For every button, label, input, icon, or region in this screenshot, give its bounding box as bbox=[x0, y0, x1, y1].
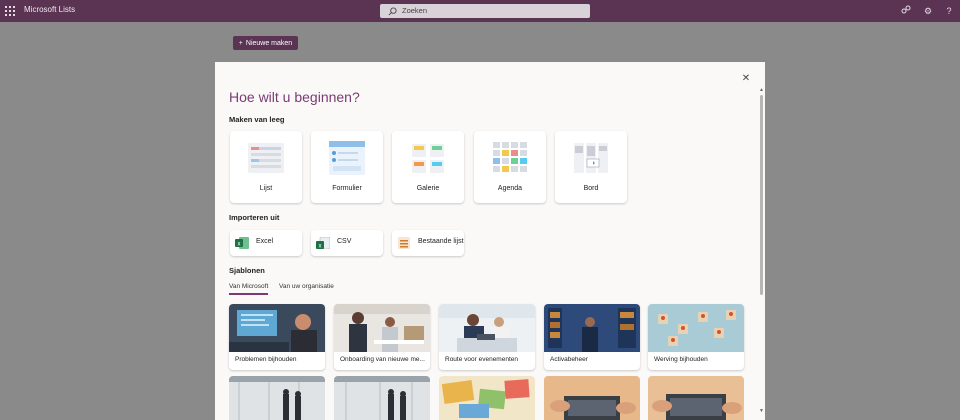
import-existing-list-label: Bestaande lijst bbox=[418, 238, 464, 245]
template-card-onboarding[interactable]: Onboarding van nieuwe me... bbox=[334, 304, 430, 370]
calendar-illustration bbox=[493, 142, 527, 172]
new-button[interactable]: + Nieuwe maken bbox=[233, 36, 298, 50]
import-section-heading: Importeren uit bbox=[229, 213, 280, 222]
create-list-label: Lijst bbox=[259, 185, 273, 192]
search-placeholder: Zoeken bbox=[402, 6, 428, 15]
template-card-row2-3[interactable] bbox=[439, 376, 535, 420]
svg-text:x: x bbox=[238, 242, 241, 248]
import-excel-card[interactable]: x Excel bbox=[230, 230, 302, 256]
import-csv-card[interactable]: x CSV bbox=[311, 230, 383, 256]
dialog-scrollbar[interactable] bbox=[760, 95, 763, 295]
scroll-down-icon[interactable]: ▼ bbox=[759, 408, 764, 414]
template-image bbox=[439, 304, 535, 352]
template-card-issue-tracker[interactable]: Problemen bijhouden bbox=[229, 304, 325, 370]
create-gallery-label: Galerie bbox=[416, 185, 440, 192]
plus-icon: + bbox=[238, 39, 243, 47]
waffle-icon[interactable] bbox=[5, 6, 15, 16]
board-illustration bbox=[574, 143, 608, 173]
template-label: Route voor evenementen bbox=[445, 356, 518, 363]
template-image bbox=[648, 376, 744, 420]
create-calendar-card[interactable]: Agenda bbox=[474, 131, 546, 203]
template-card-event-itinerary[interactable]: Route voor evenementen bbox=[439, 304, 535, 370]
top-bar: Microsoft Lists Zoeken ⚙ ? bbox=[0, 0, 960, 22]
dialog-title: Hoe wilt u beginnen? bbox=[229, 89, 360, 105]
template-card-recruitment-tracker[interactable]: Werving bijhouden bbox=[648, 304, 744, 370]
import-excel-label: Excel bbox=[256, 238, 274, 245]
template-image bbox=[334, 376, 430, 420]
template-label: Onboarding van nieuwe me... bbox=[340, 356, 425, 363]
template-card-row2-4[interactable] bbox=[544, 376, 640, 420]
create-calendar-label: Agenda bbox=[497, 185, 523, 192]
app-title[interactable]: Microsoft Lists bbox=[24, 5, 75, 14]
templates-section-heading: Sjablonen bbox=[229, 266, 265, 275]
help-icon[interactable]: ? bbox=[943, 5, 955, 17]
csv-icon: x bbox=[316, 237, 330, 249]
template-image bbox=[544, 304, 640, 352]
form-illustration bbox=[329, 141, 365, 175]
import-csv-label: CSV bbox=[337, 238, 352, 245]
gear-icon[interactable]: ⚙ bbox=[922, 5, 934, 17]
list-illustration bbox=[248, 143, 284, 173]
create-list-dialog: ✕ Hoe wilt u beginnen? Maken van leeg Li… bbox=[215, 62, 765, 420]
template-card-row2-5[interactable] bbox=[648, 376, 744, 420]
template-image bbox=[229, 304, 325, 352]
tab-from-microsoft[interactable]: Van Microsoft bbox=[229, 283, 269, 295]
new-button-label: Nieuwe maken bbox=[245, 39, 293, 47]
create-board-label: Bord bbox=[583, 185, 599, 192]
template-image bbox=[648, 304, 744, 352]
template-image bbox=[334, 304, 430, 352]
create-list-card[interactable]: Lijst bbox=[230, 131, 302, 203]
template-image bbox=[439, 376, 535, 420]
tab-from-organization[interactable]: Van uw organisatie bbox=[279, 283, 334, 290]
gallery-illustration bbox=[412, 144, 444, 173]
excel-icon: x bbox=[235, 237, 249, 249]
create-board-card[interactable]: Bord bbox=[555, 131, 627, 203]
create-form-label: Formulier bbox=[332, 185, 362, 192]
create-section-heading: Maken van leeg bbox=[229, 115, 285, 124]
template-card-row2-2[interactable] bbox=[334, 376, 430, 420]
template-image bbox=[229, 376, 325, 420]
template-card-asset-manager[interactable]: Activabeheer bbox=[544, 304, 640, 370]
template-label: Werving bijhouden bbox=[654, 356, 708, 363]
create-gallery-card[interactable]: Galerie bbox=[392, 131, 464, 203]
scroll-up-icon[interactable]: ▲ bbox=[759, 87, 764, 93]
template-label: Problemen bijhouden bbox=[235, 356, 297, 363]
existing-list-icon bbox=[398, 237, 410, 249]
search-icon bbox=[388, 7, 397, 16]
template-label: Activabeheer bbox=[550, 356, 588, 363]
template-card-row2-1[interactable] bbox=[229, 376, 325, 420]
close-icon[interactable]: ✕ bbox=[741, 74, 751, 84]
search-input[interactable]: Zoeken bbox=[380, 4, 590, 18]
share-icon[interactable] bbox=[900, 5, 912, 17]
import-existing-list-card[interactable]: Bestaande lijst bbox=[392, 230, 464, 256]
create-form-card[interactable]: Formulier bbox=[311, 131, 383, 203]
svg-text:x: x bbox=[319, 244, 322, 250]
template-image bbox=[544, 376, 640, 420]
